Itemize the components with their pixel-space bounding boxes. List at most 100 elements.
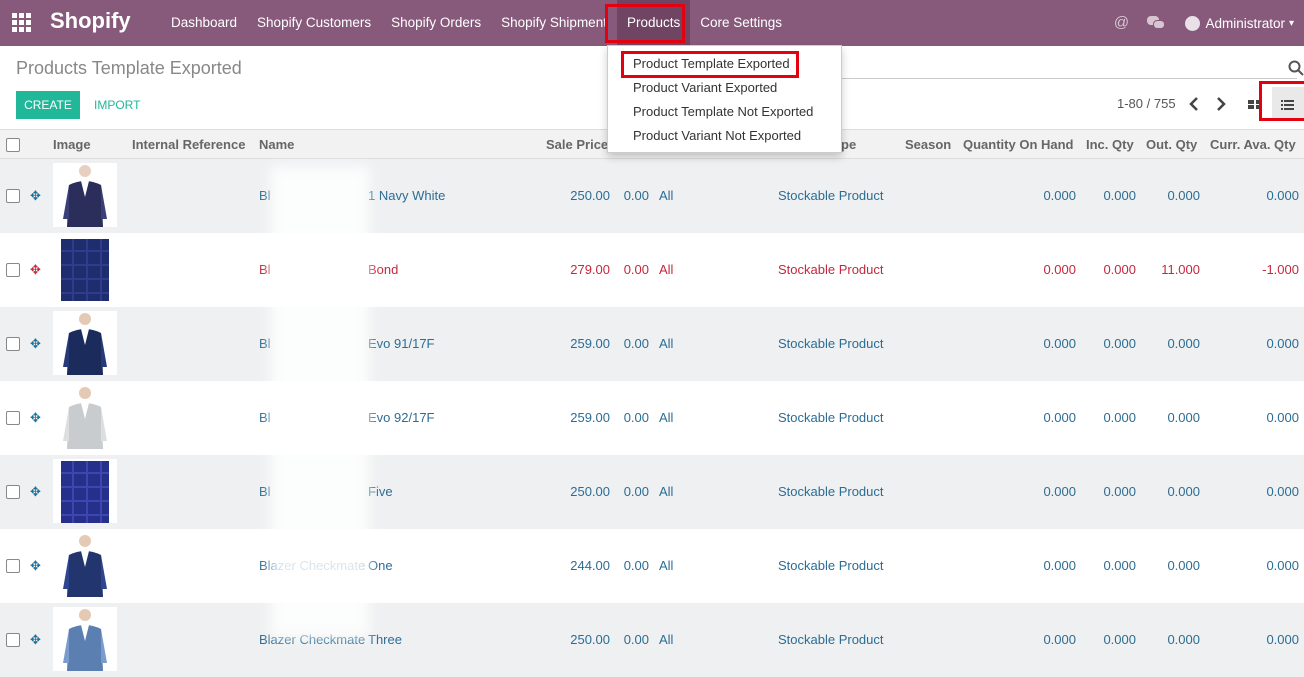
table-row[interactable]: ✥ Bl Evo 91/17F 259.00 0.00 All Stockabl… (0, 307, 1304, 381)
product-name-prefix[interactable]: Bl (259, 159, 271, 233)
quantity-on-hand: 0.000 (1043, 262, 1076, 277)
pager-value[interactable]: 1-80 / 755 (1117, 96, 1176, 111)
product-category: All (659, 188, 674, 203)
table-row[interactable]: ✥ Blazer Checkmate Three 250.00 0.00 All… (0, 603, 1304, 677)
cost-price: 0.00 (623, 262, 649, 277)
product-category: All (659, 484, 674, 499)
out-qty: 0.000 (1167, 188, 1200, 203)
inc-qty: 0.000 (1103, 558, 1136, 573)
table-row[interactable]: ✥ Blazer Checkmate One 244.00 0.00 All S… (0, 529, 1304, 603)
drag-handle-icon[interactable]: ✥ (30, 189, 43, 202)
product-name-suffix[interactable]: Evo 92/17F (368, 381, 435, 455)
dropdown-product-variant-not-exported[interactable]: Product Variant Not Exported (633, 125, 801, 147)
menu-shopify-orders[interactable]: Shopify Orders (381, 0, 491, 46)
product-name-prefix[interactable]: Bl (259, 307, 271, 381)
product-type: Stockable Product (778, 262, 884, 277)
product-name-suffix[interactable]: Evo 91/17F (368, 307, 435, 381)
curr-ava-qty: 0.000 (1266, 336, 1299, 351)
product-name-prefix[interactable]: Bl (259, 381, 271, 455)
product-name-suffix[interactable]: Three (368, 603, 402, 677)
cost-price: 0.00 (623, 558, 649, 573)
search-input[interactable] (842, 78, 1297, 79)
table-row[interactable]: ✥ Bl 1 Navy White 250.00 0.00 All Stocka… (0, 159, 1304, 233)
app-brand[interactable]: Shopify (50, 8, 131, 34)
chevron-right-icon[interactable] (1214, 95, 1228, 113)
product-name-suffix[interactable]: One (368, 529, 393, 603)
row-checkbox[interactable] (6, 337, 20, 351)
menu-shopify-customers[interactable]: Shopify Customers (247, 0, 381, 46)
col-sale-price[interactable]: Sale Price (546, 130, 608, 160)
col-product-type[interactable]: pe (841, 130, 856, 160)
drag-handle-icon[interactable]: ✥ (30, 263, 43, 276)
col-out-qty[interactable]: Out. Qty (1146, 130, 1197, 160)
row-checkbox[interactable] (6, 559, 20, 573)
sale-price: 244.00 (570, 558, 610, 573)
list-view-button[interactable] (1272, 87, 1304, 121)
drag-handle-icon[interactable]: ✥ (30, 485, 43, 498)
search-icon[interactable] (1288, 60, 1304, 76)
table-row[interactable]: ✥ Bl Evo 92/17F 259.00 0.00 All Stockabl… (0, 381, 1304, 455)
product-image (53, 237, 117, 301)
create-button[interactable]: CREATE (16, 91, 80, 119)
product-name-suffix[interactable]: 1 Navy White (368, 159, 445, 233)
row-checkbox[interactable] (6, 411, 20, 425)
product-name-prefix[interactable]: Blazer Checkmate (259, 529, 365, 603)
drag-handle-icon[interactable]: ✥ (30, 337, 43, 350)
drag-handle-icon[interactable]: ✥ (30, 633, 43, 646)
cost-price: 0.00 (623, 484, 649, 499)
top-navbar: Shopify Dashboard Shopify Customers Shop… (0, 0, 1304, 46)
product-category: All (659, 410, 674, 425)
col-season[interactable]: Season (905, 130, 951, 160)
row-checkbox[interactable] (6, 633, 20, 647)
apps-grid-icon[interactable] (12, 13, 32, 33)
menu-shopify-shipment[interactable]: Shopify Shipment (491, 0, 617, 46)
inc-qty: 0.000 (1103, 262, 1136, 277)
table-row[interactable]: ✥ Bl Bond 279.00 0.00 All Stockable Prod… (0, 233, 1304, 307)
chevron-left-icon[interactable] (1187, 95, 1201, 113)
product-image (53, 311, 117, 375)
product-name-prefix[interactable]: Bl (259, 233, 271, 307)
product-category: All (659, 632, 674, 647)
dropdown-product-template-exported[interactable]: Product Template Exported (633, 53, 790, 75)
product-name-prefix[interactable]: Bl (259, 455, 271, 529)
product-category: All (659, 336, 674, 351)
out-qty: 11.000 (1161, 262, 1200, 277)
inc-qty: 0.000 (1103, 188, 1136, 203)
list-view-icon (1281, 100, 1294, 110)
drag-handle-icon[interactable]: ✥ (30, 559, 43, 572)
product-image (53, 607, 117, 671)
dropdown-product-template-not-exported[interactable]: Product Template Not Exported (633, 101, 813, 123)
product-type: Stockable Product (778, 336, 884, 351)
import-button[interactable]: IMPORT (94, 91, 140, 119)
col-curr-ava-qty[interactable]: Curr. Ava. Qty (1210, 130, 1296, 160)
col-name[interactable]: Name (259, 130, 294, 160)
user-name: Administrator (1205, 15, 1285, 31)
product-name-suffix[interactable]: Five (368, 455, 393, 529)
menu-products[interactable]: Products (616, 0, 691, 46)
menu-dashboard[interactable]: Dashboard (161, 0, 247, 46)
select-all-checkbox[interactable] (6, 138, 20, 152)
col-inc-qty[interactable]: Inc. Qty (1086, 130, 1134, 160)
products-dropdown: Product Template Exported Product Varian… (607, 45, 842, 153)
kanban-view-icon[interactable] (1246, 94, 1264, 114)
dropdown-product-variant-exported[interactable]: Product Variant Exported (633, 77, 777, 99)
quantity-on-hand: 0.000 (1043, 188, 1076, 203)
product-category: All (659, 262, 674, 277)
sale-price: 250.00 (570, 632, 610, 647)
col-image[interactable]: Image (53, 130, 91, 160)
chat-icon[interactable] (1147, 15, 1166, 31)
mention-icon[interactable]: @ (1113, 15, 1129, 31)
col-quantity-on-hand[interactable]: Quantity On Hand (963, 130, 1074, 160)
row-checkbox[interactable] (6, 263, 20, 277)
row-checkbox[interactable] (6, 485, 20, 499)
product-type: Stockable Product (778, 188, 884, 203)
out-qty: 0.000 (1167, 410, 1200, 425)
col-internal-reference[interactable]: Internal Reference (132, 130, 245, 160)
user-menu[interactable]: Administrator ▾ (1185, 15, 1294, 31)
product-name-prefix[interactable]: Blazer Checkmate (259, 603, 365, 677)
row-checkbox[interactable] (6, 189, 20, 203)
table-row[interactable]: ✥ Bl Five 250.00 0.00 All Stockable Prod… (0, 455, 1304, 529)
menu-core-settings[interactable]: Core Settings (690, 0, 792, 46)
product-name-suffix[interactable]: Bond (368, 233, 398, 307)
drag-handle-icon[interactable]: ✥ (30, 411, 43, 424)
